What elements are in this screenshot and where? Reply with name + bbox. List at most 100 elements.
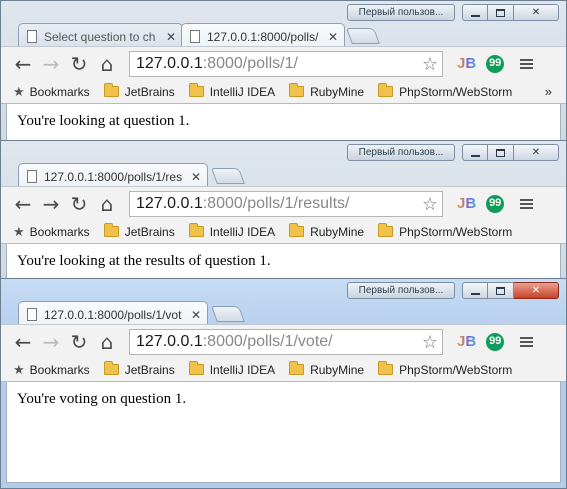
close-tab-icon[interactable]: ✕: [166, 30, 176, 44]
browser-window-3[interactable]: Первый пользов... ✕ 127.0.0.1:8000/polls…: [0, 278, 567, 489]
bookmark-phpstorm[interactable]: PhpStorm/WebStorm: [378, 223, 512, 239]
reload-icon[interactable]: ↻: [65, 328, 93, 356]
folder-icon: [289, 83, 305, 97]
reload-icon[interactable]: ↻: [65, 190, 93, 218]
tab-title: 127.0.0.1:8000/polls/1/vot: [44, 307, 182, 322]
bookmark-phpstorm[interactable]: PhpStorm/WebStorm: [378, 361, 512, 377]
maximize-icon: [496, 8, 505, 17]
folder-icon: [378, 83, 394, 97]
bookmark-bookmarks[interactable]: ★ Bookmarks: [13, 84, 90, 100]
forward-arrow-icon[interactable]: →: [37, 50, 65, 78]
bookmarks-star-icon: ★: [13, 223, 25, 239]
bookmarks-bar: ★ Bookmarks JetBrains IntelliJ IDEA RubyM…: [1, 220, 566, 244]
tab-title: 127.0.0.1:8000/polls/: [207, 29, 319, 44]
bookmark-jetbrains[interactable]: JetBrains: [103, 361, 175, 377]
jetbrains-extension-icon[interactable]: JB: [457, 195, 476, 212]
close-tab-icon[interactable]: ✕: [328, 30, 338, 44]
back-arrow-icon[interactable]: ←: [9, 50, 37, 78]
jetbrains-extension-icon[interactable]: JB: [457, 333, 476, 350]
bookmark-phpstorm[interactable]: PhpStorm/WebStorm: [378, 83, 512, 99]
folder-icon: [378, 223, 394, 237]
page-text: You're looking at the results of questio…: [17, 253, 271, 269]
folder-icon: [188, 83, 204, 97]
bookmark-star-icon[interactable]: ☆: [422, 194, 438, 215]
hamburger-menu-icon[interactable]: [520, 57, 534, 71]
home-icon[interactable]: ⌂: [93, 328, 121, 356]
maximize-icon: [496, 286, 505, 295]
bookmark-intellij[interactable]: IntelliJ IDEA: [188, 361, 275, 377]
page-content: You're looking at question 1.: [6, 104, 561, 141]
bookmark-rubymine[interactable]: RubyMine: [289, 361, 364, 377]
page-text: You're looking at question 1.: [17, 113, 190, 129]
tab-strip: Select question to ch ✕ 127.0.0.1:8000/p…: [1, 19, 566, 49]
folder-icon: [289, 223, 305, 237]
bookmark-bookmarks[interactable]: ★ Bookmarks: [13, 362, 90, 378]
minimize-icon: [470, 154, 480, 157]
bookmarks-star-icon: ★: [13, 361, 25, 377]
page-content: You're voting on question 1.: [6, 382, 561, 483]
bookmark-intellij[interactable]: IntelliJ IDEA: [188, 83, 275, 99]
bookmarks-overflow-button[interactable]: »: [545, 84, 552, 99]
new-tab-button[interactable]: [211, 306, 245, 322]
forward-arrow-icon[interactable]: →: [37, 190, 65, 218]
reload-icon[interactable]: ↻: [65, 50, 93, 78]
bookmark-jetbrains[interactable]: JetBrains: [103, 83, 175, 99]
minimize-icon: [470, 14, 480, 17]
browser-window-2[interactable]: Первый пользов... ✕ 127.0.0.1:8000/polls…: [0, 140, 567, 282]
bookmark-bookmarks[interactable]: ★ Bookmarks: [13, 224, 90, 240]
page-text: You're voting on question 1.: [17, 391, 187, 407]
back-arrow-icon[interactable]: ←: [9, 190, 37, 218]
bookmark-intellij[interactable]: IntelliJ IDEA: [188, 223, 275, 239]
page-document-icon: [27, 308, 37, 321]
home-icon[interactable]: ⌂: [93, 190, 121, 218]
bookmark-rubymine[interactable]: RubyMine: [289, 223, 364, 239]
minimize-icon: [470, 292, 480, 295]
bookmarks-bar: ★ Bookmarks JetBrains IntelliJ IDEA RubyM…: [1, 358, 566, 382]
url-text: 127.0.0.1:8000/polls/1/: [136, 54, 298, 72]
address-bar[interactable]: 127.0.0.1:8000/polls/1/vote/ ☆: [129, 328, 443, 355]
home-icon[interactable]: ⌂: [93, 50, 121, 78]
url-text: 127.0.0.1:8000/polls/1/vote/: [136, 332, 333, 350]
toolbar: ← → ↻ ⌂ 127.0.0.1:8000/polls/1/vote/ ☆ J…: [1, 324, 566, 358]
hangouts-extension-icon[interactable]: 99: [486, 194, 505, 213]
hangouts-extension-icon[interactable]: 99: [486, 54, 505, 73]
new-tab-button[interactable]: [346, 28, 380, 44]
close-tab-icon[interactable]: ✕: [191, 170, 201, 184]
tab-strip: 127.0.0.1:8000/polls/1/res ✕: [1, 159, 566, 189]
bookmarks-star-icon: ★: [13, 83, 25, 99]
maximize-icon: [496, 148, 505, 157]
tab-strip: 127.0.0.1:8000/polls/1/vot ✕: [1, 297, 566, 327]
page-document-icon: [27, 170, 37, 183]
page-content: You're looking at the results of questio…: [6, 244, 561, 281]
back-arrow-icon[interactable]: ←: [9, 328, 37, 356]
toolbar: ← → ↻ ⌂ 127.0.0.1:8000/polls/1/results/ …: [1, 186, 566, 220]
folder-icon: [188, 223, 204, 237]
address-bar[interactable]: 127.0.0.1:8000/polls/1/results/ ☆: [129, 190, 443, 217]
close-tab-icon[interactable]: ✕: [191, 308, 201, 322]
new-tab-button[interactable]: [211, 168, 245, 184]
jetbrains-extension-icon[interactable]: JB: [457, 55, 476, 72]
forward-arrow-icon[interactable]: →: [37, 328, 65, 356]
address-bar[interactable]: 127.0.0.1:8000/polls/1/ ☆: [129, 50, 443, 77]
browser-window-1[interactable]: Первый пользов... ✕ Select question to c…: [0, 0, 567, 142]
toolbar: ← → ↻ ⌂ 127.0.0.1:8000/polls/1/ ☆ JB 99: [1, 46, 566, 80]
folder-icon: [188, 361, 204, 375]
hangouts-extension-icon[interactable]: 99: [486, 332, 505, 351]
bookmarks-bar: ★ Bookmarks JetBrains IntelliJ IDEA RubyM…: [1, 80, 566, 104]
folder-icon: [103, 361, 119, 375]
tab-title: 127.0.0.1:8000/polls/1/res: [44, 169, 183, 184]
folder-icon: [289, 361, 305, 375]
folder-icon: [103, 83, 119, 97]
hamburger-menu-icon[interactable]: [520, 197, 534, 211]
bookmark-star-icon[interactable]: ☆: [422, 332, 438, 353]
folder-icon: [378, 361, 394, 375]
page-document-icon: [190, 30, 200, 43]
page-document-icon: [27, 30, 37, 43]
bookmark-jetbrains[interactable]: JetBrains: [103, 223, 175, 239]
bookmark-rubymine[interactable]: RubyMine: [289, 83, 364, 99]
bookmark-star-icon[interactable]: ☆: [422, 54, 438, 75]
tab-title: Select question to ch: [44, 29, 156, 44]
folder-icon: [103, 223, 119, 237]
hamburger-menu-icon[interactable]: [520, 335, 534, 349]
url-text: 127.0.0.1:8000/polls/1/results/: [136, 194, 350, 212]
